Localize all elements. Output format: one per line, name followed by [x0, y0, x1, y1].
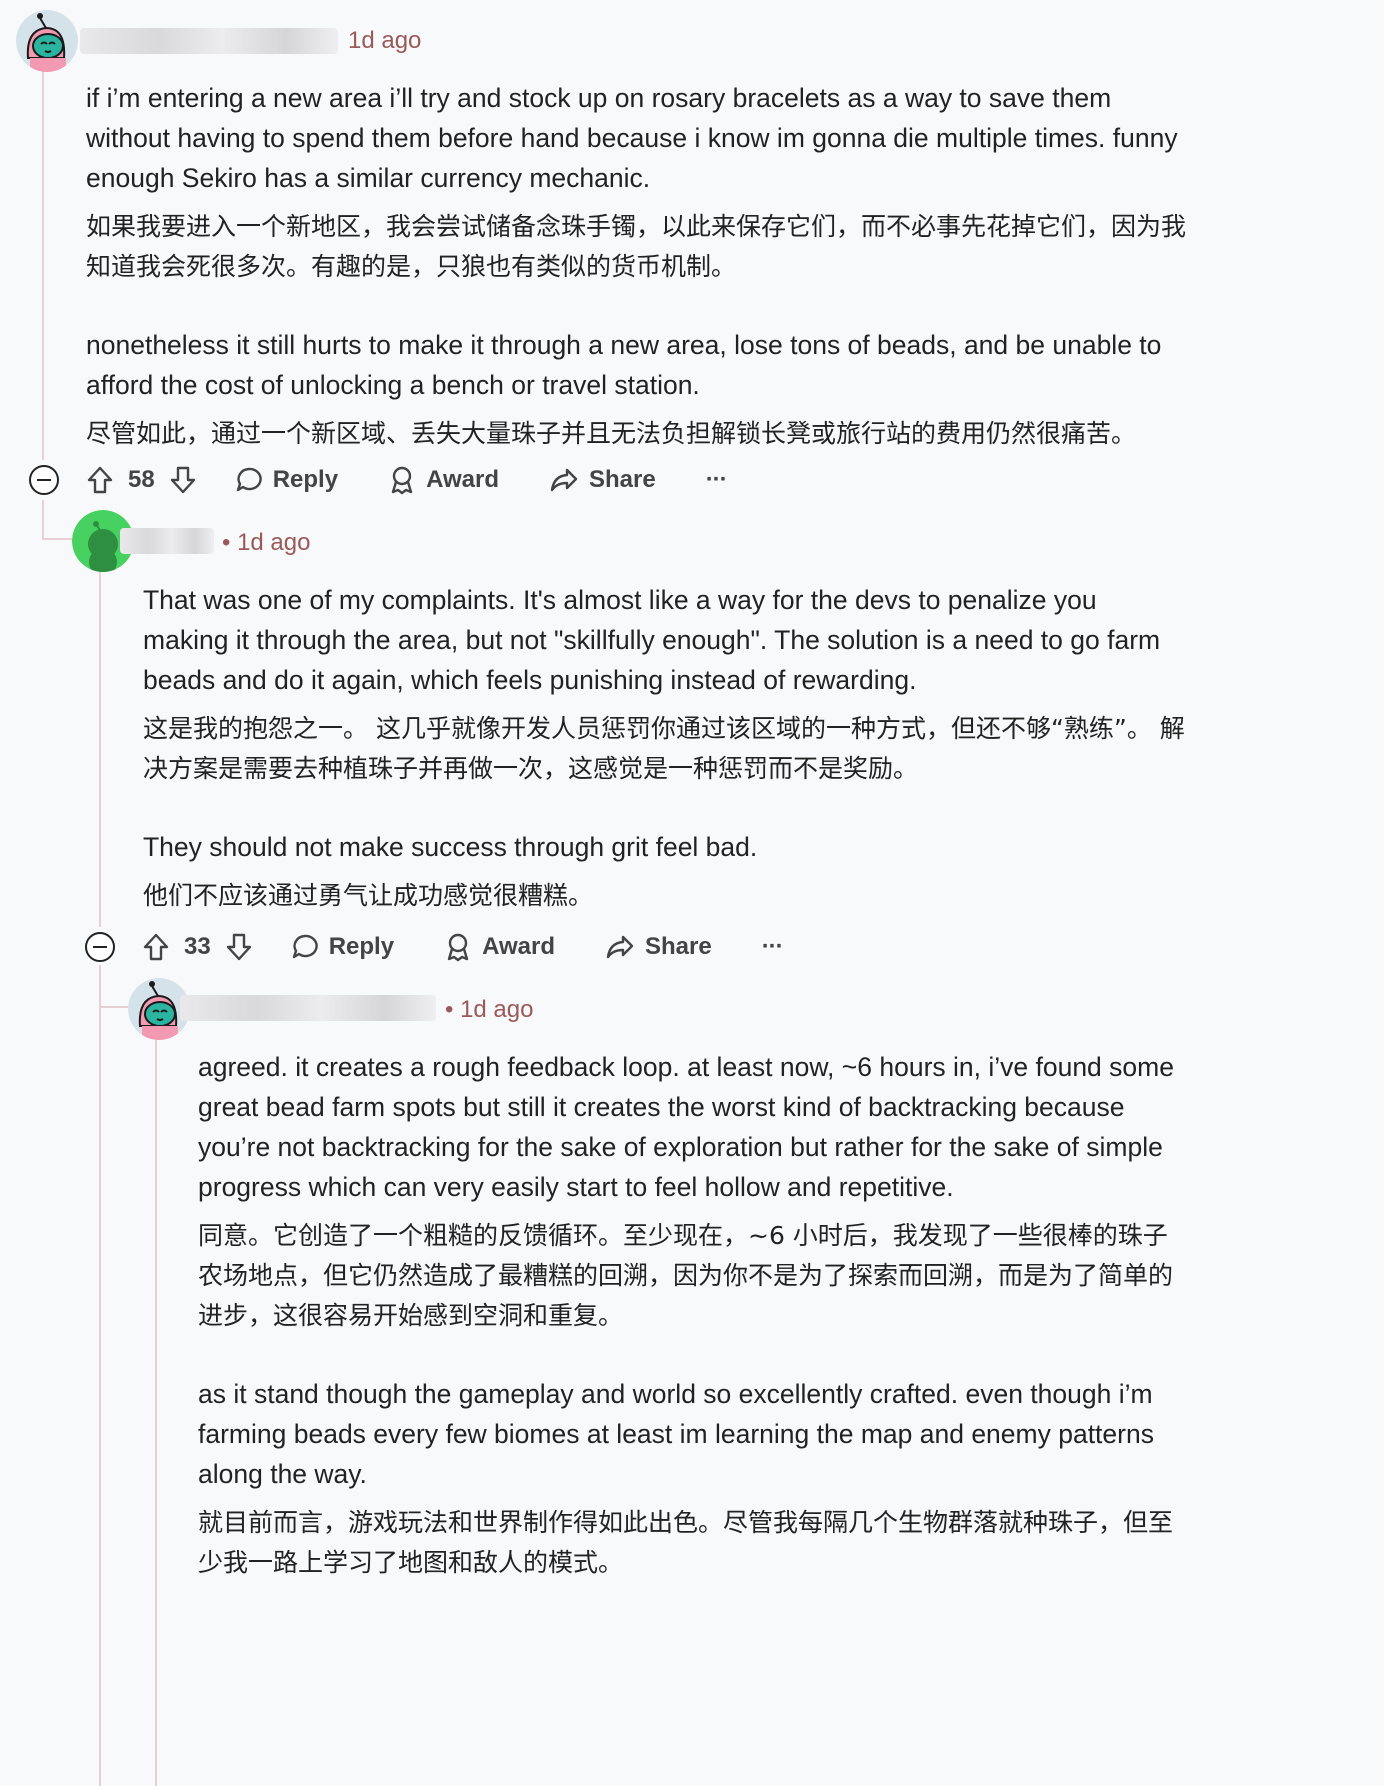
- thread-line-2b: [99, 965, 101, 1786]
- award-button[interactable]: Award: [444, 932, 555, 962]
- more-options-button[interactable]: ···: [706, 466, 728, 494]
- comment-paragraph-translation: 这是我的抱怨之一。 这几乎就像开发人员惩罚你通过该区域的一种方式，但还不够“熟练…: [143, 714, 1185, 783]
- comment-paragraph-translation: 就目前而言，游戏玩法和世界制作得如此出色。尽管我每隔几个生物群落就种珠子，但至少…: [198, 1508, 1174, 1577]
- comment-paragraph-translation: 如果我要进入一个新地区，我会尝试储备念珠手镯，以此来保存它们，而不必事先花掉它们…: [86, 212, 1187, 281]
- share-arrow-icon: [549, 466, 579, 494]
- speech-bubble-icon: [291, 933, 319, 961]
- award-ribbon-icon: [388, 465, 416, 495]
- avatar[interactable]: [16, 10, 78, 72]
- comment-timestamp[interactable]: • 1d ago: [445, 996, 533, 1024]
- award-button[interactable]: Award: [388, 465, 499, 495]
- reply-button[interactable]: Reply: [291, 933, 394, 961]
- comment-paragraph: if i’m entering a new area i’ll try and …: [86, 83, 1178, 193]
- speech-bubble-icon: [235, 466, 263, 494]
- share-label: Share: [644, 933, 712, 960]
- share-button[interactable]: Share: [605, 933, 712, 961]
- thread-line-3: [155, 1040, 157, 1786]
- reply-label: Reply: [272, 466, 339, 493]
- comment-paragraph-translation: 他们不应该通过勇气让成功感觉很糟糕。: [143, 881, 594, 910]
- comment-timestamp[interactable]: 1d ago: [348, 27, 421, 55]
- share-label: Share: [588, 466, 656, 493]
- comment-paragraph: nonetheless it still hurts to make it th…: [86, 330, 1162, 400]
- downvote-arrow-icon[interactable]: [169, 465, 197, 495]
- more-options-button[interactable]: ···: [762, 933, 784, 961]
- reply-label: Reply: [328, 933, 395, 960]
- comment-body: That was one of my complaints. It's almo…: [143, 580, 1188, 916]
- vote-count: 58: [128, 466, 155, 493]
- collapse-minus-icon[interactable]: [29, 465, 59, 495]
- thread-line-2: [99, 572, 101, 927]
- comment-paragraph: as it stand though the gameplay and worl…: [198, 1379, 1154, 1489]
- username-redacted[interactable]: [120, 528, 214, 554]
- collapse-minus-icon[interactable]: [85, 932, 115, 962]
- comment-paragraph-translation: 同意。它创造了一个粗糙的反馈循环。至少现在，~6 小时后，我发现了一些很棒的珠子…: [198, 1221, 1174, 1330]
- upvote-arrow-icon[interactable]: [86, 465, 114, 495]
- reply-button[interactable]: Reply: [235, 466, 338, 494]
- comment-timestamp[interactable]: • 1d ago: [222, 529, 310, 557]
- comment-paragraph: agreed. it creates a rough feedback loop…: [198, 1052, 1174, 1202]
- comment-paragraph: They should not make success through gri…: [143, 832, 758, 862]
- award-ribbon-icon: [444, 932, 472, 962]
- username-redacted[interactable]: [80, 28, 338, 54]
- comment-actions: 58 Reply Award Share ···: [86, 458, 728, 502]
- comment-paragraph: That was one of my complaints. It's almo…: [143, 585, 1161, 695]
- comment-body: agreed. it creates a rough feedback loop…: [198, 1047, 1183, 1583]
- award-label: Award: [426, 466, 499, 493]
- share-button[interactable]: Share: [549, 466, 656, 494]
- comment-body: if i’m entering a new area i’ll try and …: [86, 78, 1186, 454]
- thread-line-1: [42, 70, 44, 460]
- comment-paragraph-translation: 尽管如此，通过一个新区域、丢失大量珠子并且无法负担解锁长凳或旅行站的费用仍然很痛…: [86, 419, 1137, 448]
- thread-line-1-elbow: [42, 500, 44, 540]
- username-redacted[interactable]: [180, 995, 436, 1021]
- vote-count: 33: [184, 933, 211, 960]
- downvote-arrow-icon[interactable]: [225, 932, 253, 962]
- upvote-arrow-icon[interactable]: [142, 932, 170, 962]
- share-arrow-icon: [605, 933, 635, 961]
- award-label: Award: [482, 933, 555, 960]
- comment-actions: 33 Reply Award Share ···: [142, 925, 784, 969]
